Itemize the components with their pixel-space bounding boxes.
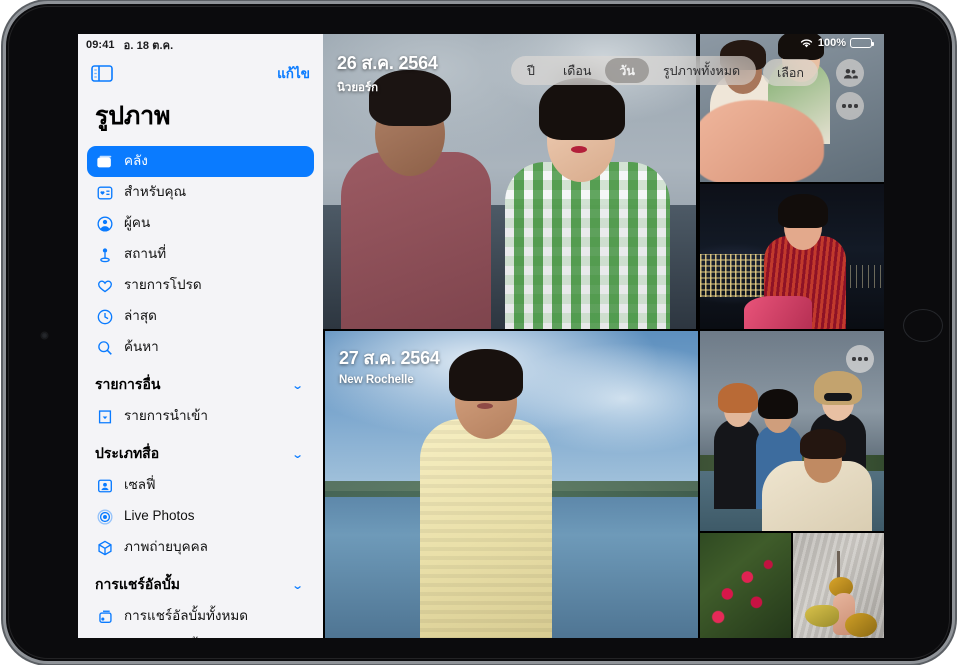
sidebar-item-all-shared-albums[interactable]: การแชร์อัลบั้มทั้งหมด xyxy=(87,601,314,632)
status-bar-time: 09:41 xyxy=(86,39,115,51)
sidebar-item-label: สถานที่ xyxy=(124,247,166,263)
sidebar-group-other-header[interactable]: รายการอื่น ⌄ xyxy=(87,363,314,401)
woman-red-night-city-photo[interactable] xyxy=(700,184,884,329)
sidebar-group-title: รายการอื่น xyxy=(95,374,160,396)
sidebar-item-label: ภาพถ่ายบุคคล xyxy=(124,540,208,556)
edit-button[interactable]: แก้ไข xyxy=(277,62,310,84)
sidebar-item-live-photos[interactable]: Live Photos xyxy=(87,501,314,532)
sidebar-item-for-you[interactable]: สำหรับคุณ xyxy=(87,177,314,208)
sidebar-item-label: ผู้คน xyxy=(124,216,150,232)
photo-grid-content[interactable]: 26 ส.ค. 2564 นิวยอร์ก xyxy=(323,34,884,638)
clock-icon xyxy=(95,307,114,326)
sidebar-item-search[interactable]: ค้นหา xyxy=(87,332,314,363)
home-button[interactable] xyxy=(903,309,943,342)
ellipsis-icon xyxy=(852,357,867,360)
portrait-cube-icon xyxy=(95,538,114,557)
wifi-icon xyxy=(799,38,814,49)
segment-all-photos[interactable]: รูปภาพทั้งหมด xyxy=(649,58,754,83)
sidebar-item-label: รายการโปรด xyxy=(124,278,202,294)
for-you-icon xyxy=(95,183,114,202)
sidebar-group-shared-header[interactable]: การแชร์อัลบั้ม ⌄ xyxy=(87,563,314,601)
still-life-fruit-photo[interactable] xyxy=(793,533,884,638)
sidebar-group-media-header[interactable]: ประเภทสื่อ ⌄ xyxy=(87,432,314,470)
live-photos-icon xyxy=(95,507,114,526)
sidebar-nav: คลัง สำหรับคุณ xyxy=(78,146,323,638)
status-bar-date: อ. 18 ต.ค. xyxy=(124,36,174,54)
chevron-down-icon[interactable]: ⌄ xyxy=(291,448,303,461)
photos-library-icon xyxy=(95,152,114,171)
selfie-icon xyxy=(95,476,114,495)
segment-years[interactable]: ปี xyxy=(513,58,549,83)
photo-group-date: 27 ส.ค. 2564 xyxy=(339,343,440,372)
device-frame: 09:41 อ. 18 ต.ค. แก้ไข รูปภาพ xyxy=(6,4,952,661)
sidebar-item-recents[interactable]: ล่าสุด xyxy=(87,301,314,332)
battery-percent-label: 100% xyxy=(818,37,846,49)
status-bar-right: 100% xyxy=(799,37,872,49)
search-icon xyxy=(95,338,114,357)
front-camera-dot xyxy=(41,332,48,339)
sidebar-item-label: ค้นหา xyxy=(124,340,159,356)
view-mode-segmented-control[interactable]: ปี เดือน วัน รูปภาพทั้งหมด xyxy=(511,56,756,85)
photo-group-location: New Rochelle xyxy=(339,374,440,386)
four-friends-lakeside-photo[interactable] xyxy=(700,331,884,531)
sidebar-item-favorites[interactable]: รายการโปรด xyxy=(87,270,314,301)
screen: 09:41 อ. 18 ต.ค. แก้ไข รูปภาพ xyxy=(78,34,884,638)
ellipsis-icon xyxy=(842,104,857,107)
page-title: รูปภาพ xyxy=(78,90,323,146)
sidebar-item-library[interactable]: คลัง xyxy=(87,146,314,177)
sidebar-group-title: ประเภทสื่อ xyxy=(95,443,159,465)
sidebar-item-imports[interactable]: รายการนำเข้า xyxy=(87,401,314,432)
chevron-down-icon[interactable]: ⌄ xyxy=(291,379,303,392)
segment-days[interactable]: วัน xyxy=(605,58,649,83)
woman-yellow-dress-photo[interactable]: 27 ส.ค. 2564 New Rochelle xyxy=(325,331,698,638)
sidebar-item-label: เซลฟี่ xyxy=(124,478,156,494)
people-icon xyxy=(95,214,114,233)
sidebar: 09:41 อ. 18 ต.ค. แก้ไข รูปภาพ xyxy=(78,34,323,638)
sidebar-item-new-shared-album[interactable]: การแชร์อัลบั้มใหม่ xyxy=(87,632,314,638)
sidebar-toggle-icon[interactable] xyxy=(91,65,113,82)
sidebar-item-selfies[interactable]: เซลฟี่ xyxy=(87,470,314,501)
people-group-icon xyxy=(843,66,858,81)
photo-group-date-overlay: 27 ส.ค. 2564 New Rochelle xyxy=(339,343,440,386)
sidebar-item-label: ล่าสุด xyxy=(124,309,157,325)
sidebar-item-label: การแชร์อัลบั้มทั้งหมด xyxy=(124,609,248,625)
status-bar-left: 09:41 อ. 18 ต.ค. xyxy=(78,34,323,56)
red-flowers-photo[interactable] xyxy=(700,533,791,638)
places-pin-icon xyxy=(95,245,114,264)
import-icon xyxy=(95,407,114,426)
sidebar-group-title: การแชร์อัลบั้ม xyxy=(95,574,180,596)
sidebar-item-label: สำหรับคุณ xyxy=(124,185,186,201)
chevron-down-icon[interactable]: ⌄ xyxy=(291,579,303,592)
sidebar-toolbar: แก้ไข xyxy=(78,56,323,90)
sidebar-item-label: รายการนำเข้า xyxy=(124,409,208,425)
sidebar-item-people[interactable]: ผู้คน xyxy=(87,208,314,239)
segment-months[interactable]: เดือน xyxy=(549,58,605,83)
battery-full-icon xyxy=(850,38,872,48)
sidebar-item-places[interactable]: สถานที่ xyxy=(87,239,314,270)
sidebar-item-label: คลัง xyxy=(124,154,148,170)
sidebar-item-portraits[interactable]: ภาพถ่ายบุคคล xyxy=(87,532,314,563)
sidebar-item-label: Live Photos xyxy=(124,509,195,525)
photo-more-button[interactable] xyxy=(846,345,874,373)
more-options-button[interactable] xyxy=(836,92,864,120)
people-group-button[interactable] xyxy=(836,59,864,87)
shared-albums-icon xyxy=(95,607,114,626)
heart-icon xyxy=(95,276,114,295)
select-button[interactable]: เลือก xyxy=(763,59,818,86)
